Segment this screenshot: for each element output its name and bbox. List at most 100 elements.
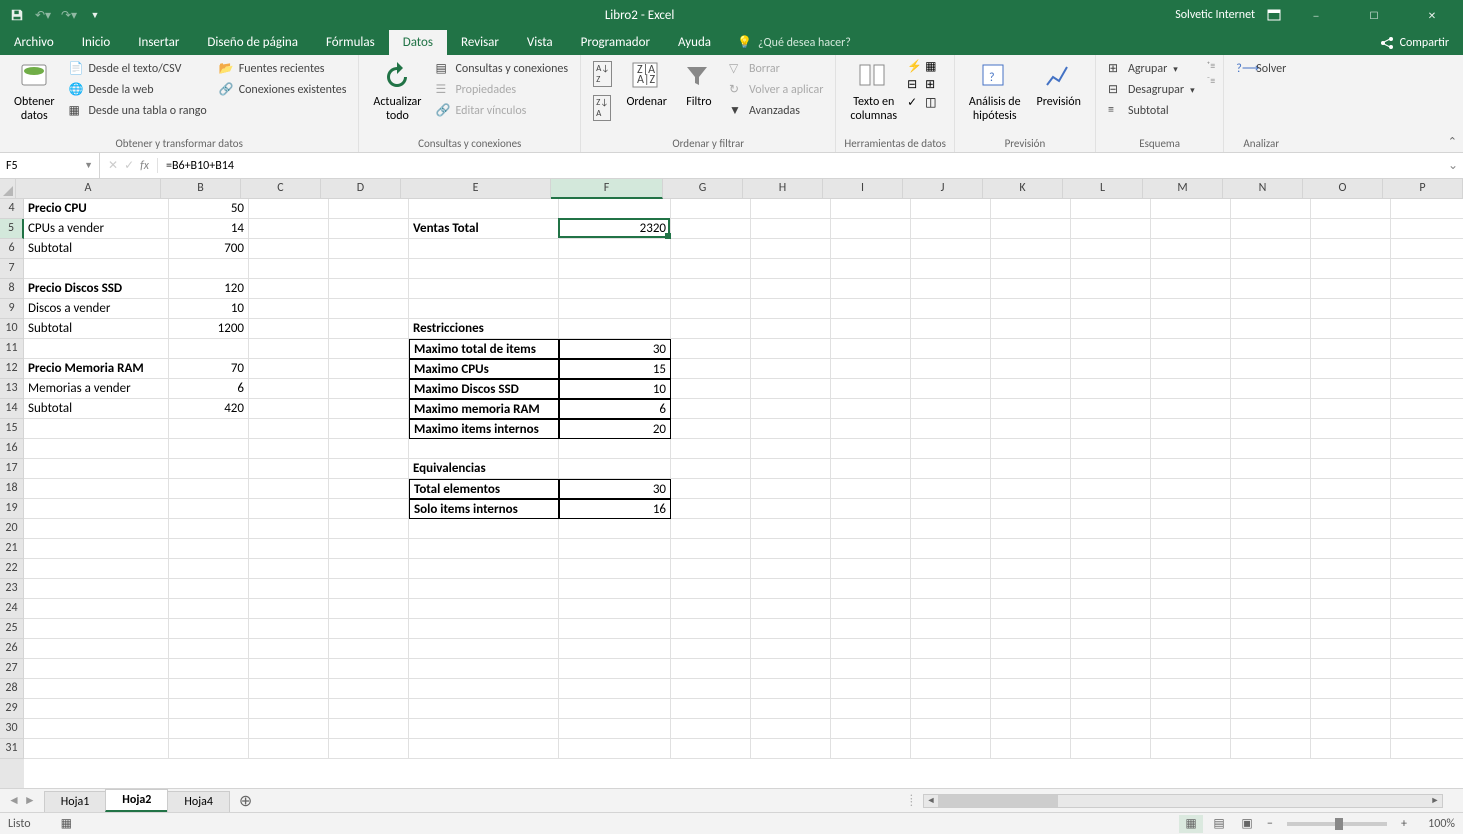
- row-header[interactable]: 9: [0, 299, 24, 319]
- row-header[interactable]: 28: [0, 679, 24, 699]
- cell[interactable]: 1200: [169, 319, 249, 339]
- cell[interactable]: Maximo items internos: [409, 419, 559, 439]
- row-header[interactable]: 31: [0, 739, 24, 759]
- sheet-tab-hoja1[interactable]: Hoja1: [44, 791, 107, 812]
- column-header[interactable]: G: [663, 179, 743, 199]
- tab-revisar[interactable]: Revisar: [447, 30, 513, 55]
- row-header[interactable]: 5: [0, 219, 24, 239]
- horizontal-scrollbar[interactable]: ◄ ►: [923, 794, 1443, 808]
- macro-record-icon[interactable]: ▦: [61, 816, 72, 831]
- page-layout-view-button[interactable]: ▤: [1207, 815, 1231, 833]
- fx-icon[interactable]: fx: [140, 159, 149, 173]
- cell[interactable]: 420: [169, 399, 249, 419]
- column-header[interactable]: E: [401, 179, 551, 199]
- cell[interactable]: Maximo memoria RAM: [409, 399, 559, 419]
- desagrupar-button[interactable]: ⊟Desagrupar▾: [1104, 80, 1199, 100]
- cell[interactable]: Memorias a vender: [24, 379, 169, 399]
- fuentes-recientes-button[interactable]: 📂Fuentes recientes: [215, 59, 351, 79]
- row-header[interactable]: 4: [0, 199, 24, 219]
- normal-view-button[interactable]: ▦: [1179, 815, 1203, 833]
- row-header[interactable]: 10: [0, 319, 24, 339]
- zoom-in-button[interactable]: +: [1397, 817, 1411, 831]
- cell[interactable]: Equivalencias: [409, 459, 559, 479]
- tab-insertar[interactable]: Insertar: [124, 30, 193, 55]
- zoom-thumb[interactable]: [1335, 818, 1343, 830]
- editar-vinculos-button[interactable]: 🔗Editar vínculos: [431, 101, 572, 121]
- flash-fill-icon[interactable]: ⚡: [907, 59, 923, 75]
- row-header[interactable]: 16: [0, 439, 24, 459]
- consultas-conexiones-button[interactable]: ▤Consultas y conexiones: [431, 59, 572, 79]
- collapse-ribbon-icon[interactable]: ⌃: [1448, 135, 1457, 148]
- cell[interactable]: Subtotal: [24, 399, 169, 419]
- row-header[interactable]: 22: [0, 559, 24, 579]
- remove-dup-icon[interactable]: ⊟: [907, 77, 923, 93]
- cell[interactable]: 6: [169, 379, 249, 399]
- row-header[interactable]: 30: [0, 719, 24, 739]
- solver-button[interactable]: ?⟶Solver: [1232, 59, 1290, 79]
- row-header[interactable]: 6: [0, 239, 24, 259]
- tab-datos[interactable]: Datos: [389, 30, 447, 55]
- avanzadas-button[interactable]: ▼Avanzadas: [725, 101, 827, 121]
- zoom-slider[interactable]: [1287, 822, 1387, 826]
- zoom-level[interactable]: 100%: [1415, 817, 1455, 831]
- maximize-button[interactable]: ☐: [1351, 0, 1397, 30]
- borrar-button[interactable]: ▽Borrar: [725, 59, 827, 79]
- row-header[interactable]: 12: [0, 359, 24, 379]
- sheet-next-icon[interactable]: ►: [24, 793, 36, 808]
- column-header[interactable]: J: [903, 179, 983, 199]
- column-header[interactable]: K: [983, 179, 1063, 199]
- column-header[interactable]: A: [16, 179, 161, 199]
- column-header[interactable]: M: [1143, 179, 1223, 199]
- row-header[interactable]: 21: [0, 539, 24, 559]
- zoom-out-button[interactable]: −: [1263, 817, 1277, 831]
- cell[interactable]: 30: [559, 339, 671, 359]
- desde-tabla-button[interactable]: ▦Desde una tabla o rango: [65, 101, 211, 121]
- page-break-view-button[interactable]: ▣: [1235, 815, 1259, 833]
- propiedades-button[interactable]: ☰Propiedades: [431, 80, 572, 100]
- cell[interactable]: Subtotal: [24, 239, 169, 259]
- sort-asc-button[interactable]: A↓Z: [589, 59, 616, 89]
- cell[interactable]: 14: [169, 219, 249, 239]
- account-name[interactable]: Solvetic Internet: [1175, 8, 1255, 22]
- tab-formulas[interactable]: Fórmulas: [312, 30, 389, 55]
- cells-area[interactable]: Precio CPU50CPUs a vender14Ventas Total2…: [24, 199, 1463, 788]
- ordenar-button[interactable]: Z|AA|Z Ordenar: [620, 59, 672, 111]
- scroll-thumb[interactable]: [938, 795, 1058, 807]
- cell[interactable]: 15: [559, 359, 671, 379]
- tab-archivo[interactable]: Archivo: [0, 30, 68, 55]
- tell-me[interactable]: 💡 ¿Qué desea hacer?: [725, 30, 863, 55]
- sheet-prev-icon[interactable]: ◄: [8, 793, 20, 808]
- column-header[interactable]: O: [1303, 179, 1383, 199]
- expand-icon[interactable]: ⁺≡: [1207, 59, 1216, 72]
- sheet-tab-hoja4[interactable]: Hoja4: [167, 791, 230, 812]
- cell[interactable]: 120: [169, 279, 249, 299]
- tab-inicio[interactable]: Inicio: [68, 30, 124, 55]
- column-header[interactable]: N: [1223, 179, 1303, 199]
- column-header[interactable]: F: [551, 179, 663, 199]
- row-header[interactable]: 19: [0, 499, 24, 519]
- cell[interactable]: Precio Memoria RAM: [24, 359, 169, 379]
- cell[interactable]: 2320: [559, 219, 671, 239]
- ribbon-display-icon[interactable]: [1267, 9, 1281, 21]
- cell[interactable]: 20: [559, 419, 671, 439]
- cell[interactable]: Precio CPU: [24, 199, 169, 219]
- prevision-button[interactable]: Previsión: [1031, 59, 1087, 111]
- row-header[interactable]: 26: [0, 639, 24, 659]
- data-model-icon[interactable]: ◫: [925, 95, 941, 111]
- tab-programador[interactable]: Programador: [567, 30, 664, 55]
- volver-aplicar-button[interactable]: ↻Volver a aplicar: [725, 80, 827, 100]
- column-header[interactable]: P: [1383, 179, 1463, 199]
- namebox-dropdown-icon[interactable]: ▼: [84, 160, 93, 171]
- cell[interactable]: CPUs a vender: [24, 219, 169, 239]
- redo-icon[interactable]: ↷▾: [60, 6, 78, 24]
- tab-diseno[interactable]: Diseño de página: [193, 30, 312, 55]
- cell[interactable]: 10: [169, 299, 249, 319]
- cell[interactable]: 50: [169, 199, 249, 219]
- relations-icon[interactable]: ⊞: [925, 77, 941, 93]
- desde-csv-button[interactable]: 📄Desde el texto/CSV: [65, 59, 211, 79]
- texto-columnas-button[interactable]: Texto en columnas: [844, 59, 903, 126]
- formula-input[interactable]: =B6+B10+B14: [158, 159, 1443, 173]
- column-header[interactable]: D: [321, 179, 401, 199]
- conexiones-existentes-button[interactable]: 🔗Conexiones existentes: [215, 80, 351, 100]
- row-header[interactable]: 25: [0, 619, 24, 639]
